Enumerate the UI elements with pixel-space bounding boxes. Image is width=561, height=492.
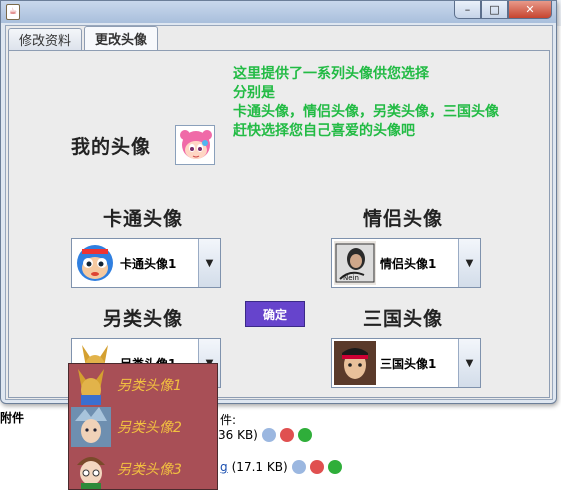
edit-icon[interactable] [261, 428, 276, 442]
avatar-panel: 我的头像 这里提供了一系列头像供您选择 分别是 卡通头像，情侣头像，另类头像，三… [8, 50, 550, 398]
alt-avatar-3-thumb [71, 449, 111, 489]
cartoon-avatar-thumb [74, 241, 116, 285]
my-avatar-label: 我的头像 [71, 136, 152, 158]
attachment-row-2: g (17.1 KB) [220, 460, 342, 474]
couple-selected-value: 情侣头像1 [380, 256, 437, 271]
edit-icon[interactable] [291, 460, 306, 474]
tab-change-avatar[interactable]: 更改头像 [84, 26, 159, 50]
three-kingdoms-avatar-thumb [334, 341, 376, 385]
close-button[interactable]: ✕ [508, 1, 552, 19]
chevron-down-icon[interactable]: ▼ [198, 239, 220, 287]
three-kingdoms-avatar-combo[interactable]: 三国头像1 ▼ [331, 338, 481, 388]
upload-icon[interactable] [297, 428, 312, 442]
attachment-size: (17.1 KB) [231, 460, 288, 474]
cartoon-heading: 卡通头像 [103, 208, 184, 230]
info-line: 分别是 [233, 85, 275, 101]
minimize-button[interactable]: – [454, 1, 481, 19]
info-line: 卡通头像，情侣头像，另类头像，三国头像 [233, 104, 499, 120]
couple-avatar-combo[interactable]: Nein 情侣头像1 ▼ [331, 238, 481, 288]
alt-heading: 另类头像 [103, 308, 184, 330]
alt-avatar-dropdown-list: 另类头像1 另类头像2 另类头像3 [68, 363, 218, 490]
alt-avatar-1-thumb [71, 365, 111, 405]
current-avatar-image [175, 125, 215, 165]
three-kingdoms-heading: 三国头像 [363, 308, 444, 330]
window-controls: – □ ✕ [454, 1, 552, 19]
upload-icon[interactable] [327, 460, 342, 474]
info-line: 赶快选择您自己喜爱的头像吧 [233, 123, 415, 139]
attachment-row-1: 36 KB) [218, 428, 312, 442]
dropdown-option-label: 另类头像1 [117, 378, 182, 394]
tab-edit-profile[interactable]: 修改资料 [8, 28, 83, 50]
couple-avatar-thumb: Nein [334, 241, 376, 285]
delete-icon[interactable] [279, 428, 294, 442]
chevron-down-icon[interactable]: ▼ [458, 339, 480, 387]
attachment-label: 附件 [0, 411, 25, 425]
java-icon: ☕ [6, 4, 20, 20]
dropdown-option[interactable]: 另类头像1 [69, 364, 217, 406]
tab-bar: 修改资料 更改头像 [8, 26, 160, 50]
attachment-label-2: 件: [220, 413, 237, 427]
alt-avatar-2-thumb [71, 407, 111, 447]
avatar-window: ☕ – □ ✕ 修改资料 更改头像 我的头像 这里提供了一系列头像供您选择 分别… [0, 0, 557, 404]
confirm-button[interactable]: 确定 [245, 301, 305, 327]
svg-text:Nein: Nein [343, 274, 359, 282]
couple-heading: 情侣头像 [363, 208, 444, 230]
cartoon-selected-value: 卡通头像1 [120, 256, 177, 271]
dropdown-option-label: 另类头像3 [117, 462, 182, 478]
three-kingdoms-selected-value: 三国头像1 [380, 356, 437, 371]
attachment-size: 36 KB) [218, 428, 258, 442]
cartoon-avatar-combo[interactable]: 卡通头像1 ▼ [71, 238, 221, 288]
dropdown-option-label: 另类头像2 [117, 420, 182, 436]
dropdown-option[interactable]: 另类头像3 [69, 448, 217, 490]
info-line: 这里提供了一系列头像供您选择 [233, 66, 429, 82]
attachment-name[interactable]: g [220, 460, 228, 474]
title-bar[interactable]: ☕ – □ ✕ [1, 1, 556, 23]
dropdown-option[interactable]: 另类头像2 [69, 406, 217, 448]
chevron-down-icon[interactable]: ▼ [458, 239, 480, 287]
delete-icon[interactable] [309, 460, 324, 474]
window-content: 修改资料 更改头像 我的头像 这里提供了一系列头像供您选择 分别是 卡通头像，情… [5, 25, 553, 400]
avatar-info-text: 这里提供了一系列头像供您选择 分别是 卡通头像，情侣头像，另类头像，三国头像 赶… [233, 65, 499, 141]
maximize-button[interactable]: □ [481, 1, 508, 19]
